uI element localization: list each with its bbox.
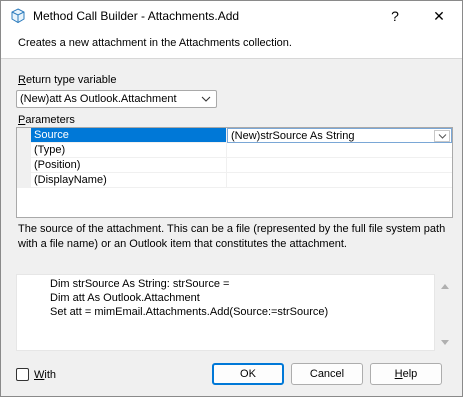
parameter-help-text: The source of the attachment. This can b…: [18, 223, 446, 250]
parameter-name: Source: [31, 128, 227, 143]
value-dropdown-button[interactable]: [434, 130, 450, 142]
parameter-name: (Position): [31, 158, 227, 173]
chevron-down-icon: [438, 134, 447, 139]
return-type-label: Return type variable: [18, 74, 117, 86]
parameters-label: Parameters: [18, 114, 75, 126]
with-checkbox-label[interactable]: With: [34, 369, 56, 381]
parameter-value-field[interactable]: (New)strSource As String: [227, 128, 452, 143]
with-checkbox[interactable]: [16, 368, 29, 381]
method-call-builder-dialog: Method Call Builder - Attachments.Add ? …: [0, 0, 463, 397]
close-button[interactable]: ✕: [417, 1, 461, 31]
chevron-down-icon: [201, 94, 211, 104]
help-button[interactable]: Help: [370, 363, 442, 385]
code-line: Dim att As Outlook.Attachment: [50, 292, 200, 304]
method-description: Creates a new attachment in the Attachme…: [18, 37, 292, 49]
parameters-grid: Source (New)strSource As String (Type) (…: [16, 127, 453, 218]
cube-icon: [10, 8, 26, 24]
title-bar: Method Call Builder - Attachments.Add ? …: [1, 1, 462, 31]
ok-button[interactable]: OK: [212, 363, 284, 385]
code-line: Set att = mimEmail.Attachments.Add(Sourc…: [50, 306, 329, 318]
parameter-value-field[interactable]: [227, 173, 452, 188]
return-type-value: (New)att As Outlook.Attachment: [20, 93, 177, 105]
cancel-button[interactable]: Cancel: [291, 363, 363, 385]
parameter-name: (Type): [31, 143, 227, 158]
code-preview[interactable]: Dim strSource As String: strSource = Dim…: [16, 274, 435, 351]
window-title: Method Call Builder - Attachments.Add: [33, 9, 240, 23]
code-line: Dim strSource As String: strSource =: [50, 278, 230, 290]
description-header: Creates a new attachment in the Attachme…: [1, 31, 462, 59]
parameter-value-field[interactable]: [227, 158, 452, 173]
close-icon: ✕: [433, 7, 445, 24]
parameter-row-source[interactable]: Source (New)strSource As String: [17, 128, 452, 143]
parameter-name: (DisplayName): [31, 173, 227, 188]
parameter-row-type[interactable]: (Type): [17, 143, 452, 158]
return-type-select[interactable]: (New)att As Outlook.Attachment: [16, 90, 217, 108]
scroll-down-arrow-icon[interactable]: [440, 338, 450, 346]
parameter-value-field[interactable]: [227, 143, 452, 158]
parameter-row-position[interactable]: (Position): [17, 158, 452, 173]
title-help-button[interactable]: ?: [373, 1, 417, 31]
scroll-up-arrow-icon[interactable]: [440, 281, 450, 289]
parameter-row-displayname[interactable]: (DisplayName): [17, 173, 452, 188]
